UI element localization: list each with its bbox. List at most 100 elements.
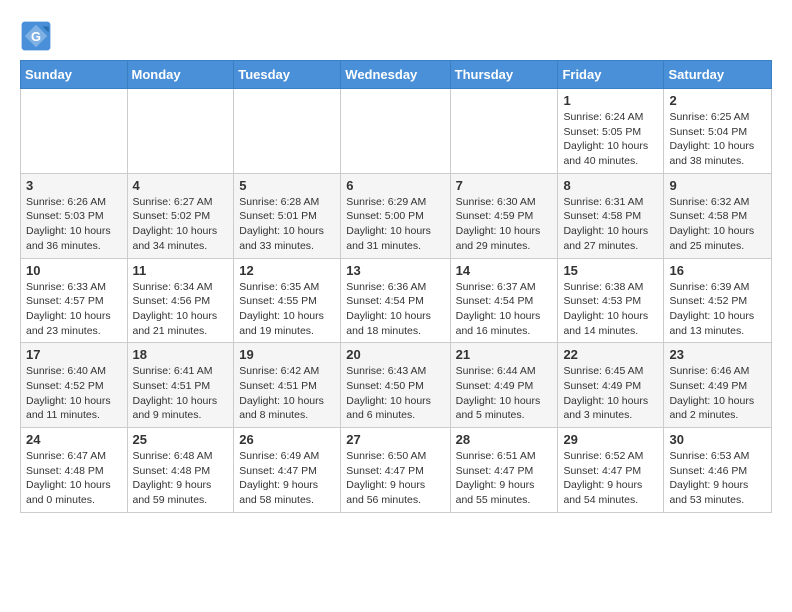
calendar-cell-4-6: 30 Sunrise: 6:53 AM Sunset: 4:46 PM Dayli… xyxy=(664,428,772,513)
header-thursday: Thursday xyxy=(450,61,558,89)
day-number-3-4: 21 xyxy=(456,347,553,362)
day-number-1-3: 6 xyxy=(346,178,444,193)
calendar-cell-0-2 xyxy=(234,89,341,174)
day-info-1-2: Sunrise: 6:28 AM Sunset: 5:01 PM Dayligh… xyxy=(239,195,335,254)
calendar-cell-4-3: 27 Sunrise: 6:50 AM Sunset: 4:47 PM Dayli… xyxy=(341,428,450,513)
calendar-cell-0-0 xyxy=(21,89,128,174)
calendar-cell-1-1: 4Sunrise: 6:27 AM Sunset: 5:02 PM Daylig… xyxy=(127,173,234,258)
day-info-0-5: Sunrise: 6:24 AM Sunset: 5:05 PM Dayligh… xyxy=(563,110,658,169)
calendar-cell-2-3: 13 Sunrise: 6:36 AM Sunset: 4:54 PM Dayli… xyxy=(341,258,450,343)
week-row-1: 3 Sunrise: 6:26 AM Sunset: 5:03 PM Daylig… xyxy=(21,173,772,258)
day-info-1-6: Sunrise: 6:32 AM Sunset: 4:58 PM Dayligh… xyxy=(669,195,766,254)
calendar-cell-4-4: 28 Sunrise: 6:51 AM Sunset: 4:47 PM Dayli… xyxy=(450,428,558,513)
day-info-3-3: Sunrise: 6:43 AM Sunset: 4:50 PM Dayligh… xyxy=(346,364,444,423)
day-info-3-2: Sunrise: 6:42 AM Sunset: 4:51 PM Dayligh… xyxy=(239,364,335,423)
day-number-3-0: 17 xyxy=(26,347,122,362)
day-info-4-5: Sunrise: 6:52 AM Sunset: 4:47 PM Dayligh… xyxy=(563,449,658,508)
day-number-2-3: 13 xyxy=(346,263,444,278)
calendar: Sunday Monday Tuesday Wednesday Thursday… xyxy=(20,60,772,513)
day-info-1-1: Sunrise: 6:27 AM Sunset: 5:02 PM Dayligh… xyxy=(133,195,229,254)
calendar-cell-1-2: 5 Sunrise: 6:28 AM Sunset: 5:01 PM Daylig… xyxy=(234,173,341,258)
header-tuesday: Tuesday xyxy=(234,61,341,89)
day-number-3-6: 23 xyxy=(669,347,766,362)
calendar-cell-0-3 xyxy=(341,89,450,174)
calendar-cell-3-3: 20 Sunrise: 6:43 AM Sunset: 4:50 PM Dayli… xyxy=(341,343,450,428)
header-sunday: Sunday xyxy=(21,61,128,89)
calendar-cell-4-5: 29 Sunrise: 6:52 AM Sunset: 4:47 PM Dayli… xyxy=(558,428,664,513)
page: G Sunday Monday Tuesday Wednesday Thursd… xyxy=(0,0,792,523)
calendar-cell-0-5: 1 Sunrise: 6:24 AM Sunset: 5:05 PM Daylig… xyxy=(558,89,664,174)
header-saturday: Saturday xyxy=(664,61,772,89)
day-number-3-2: 19 xyxy=(239,347,335,362)
day-number-1-6: 9 xyxy=(669,178,766,193)
day-number-1-5: 8 xyxy=(563,178,658,193)
day-number-4-6: 30 xyxy=(669,432,766,447)
day-info-3-0: Sunrise: 6:40 AM Sunset: 4:52 PM Dayligh… xyxy=(26,364,122,423)
calendar-cell-0-6: 2 Sunrise: 6:25 AM Sunset: 5:04 PM Daylig… xyxy=(664,89,772,174)
day-number-4-2: 26 xyxy=(239,432,335,447)
day-info-1-5: Sunrise: 6:31 AM Sunset: 4:58 PM Dayligh… xyxy=(563,195,658,254)
calendar-cell-0-1 xyxy=(127,89,234,174)
calendar-cell-1-6: 9 Sunrise: 6:32 AM Sunset: 4:58 PM Daylig… xyxy=(664,173,772,258)
day-number-0-5: 1 xyxy=(563,93,658,108)
header-wednesday: Wednesday xyxy=(341,61,450,89)
day-info-3-6: Sunrise: 6:46 AM Sunset: 4:49 PM Dayligh… xyxy=(669,364,766,423)
day-info-3-5: Sunrise: 6:45 AM Sunset: 4:49 PM Dayligh… xyxy=(563,364,658,423)
calendar-cell-2-5: 15Sunrise: 6:38 AM Sunset: 4:53 PM Dayli… xyxy=(558,258,664,343)
calendar-cell-2-2: 12 Sunrise: 6:35 AM Sunset: 4:55 PM Dayli… xyxy=(234,258,341,343)
logo: G xyxy=(20,20,56,52)
day-info-0-6: Sunrise: 6:25 AM Sunset: 5:04 PM Dayligh… xyxy=(669,110,766,169)
day-info-4-4: Sunrise: 6:51 AM Sunset: 4:47 PM Dayligh… xyxy=(456,449,553,508)
day-number-2-4: 14 xyxy=(456,263,553,278)
day-info-1-3: Sunrise: 6:29 AM Sunset: 5:00 PM Dayligh… xyxy=(346,195,444,254)
day-number-2-1: 11 xyxy=(133,263,229,278)
day-info-2-0: Sunrise: 6:33 AM Sunset: 4:57 PM Dayligh… xyxy=(26,280,122,339)
calendar-header-row: Sunday Monday Tuesday Wednesday Thursday… xyxy=(21,61,772,89)
day-number-2-5: 15 xyxy=(563,263,658,278)
day-info-3-1: Sunrise: 6:41 AM Sunset: 4:51 PM Dayligh… xyxy=(133,364,229,423)
logo-icon: G xyxy=(20,20,52,52)
week-row-2: 10Sunrise: 6:33 AM Sunset: 4:57 PM Dayli… xyxy=(21,258,772,343)
day-number-1-0: 3 xyxy=(26,178,122,193)
calendar-cell-1-3: 6 Sunrise: 6:29 AM Sunset: 5:00 PM Daylig… xyxy=(341,173,450,258)
week-row-0: 1 Sunrise: 6:24 AM Sunset: 5:05 PM Daylig… xyxy=(21,89,772,174)
day-number-1-4: 7 xyxy=(456,178,553,193)
day-info-4-1: Sunrise: 6:48 AM Sunset: 4:48 PM Dayligh… xyxy=(133,449,229,508)
calendar-cell-4-1: 25Sunrise: 6:48 AM Sunset: 4:48 PM Dayli… xyxy=(127,428,234,513)
header: G xyxy=(20,20,772,52)
calendar-cell-3-0: 17 Sunrise: 6:40 AM Sunset: 4:52 PM Dayli… xyxy=(21,343,128,428)
day-info-4-2: Sunrise: 6:49 AM Sunset: 4:47 PM Dayligh… xyxy=(239,449,335,508)
calendar-cell-1-5: 8 Sunrise: 6:31 AM Sunset: 4:58 PM Daylig… xyxy=(558,173,664,258)
week-row-4: 24Sunrise: 6:47 AM Sunset: 4:48 PM Dayli… xyxy=(21,428,772,513)
calendar-cell-2-1: 11 Sunrise: 6:34 AM Sunset: 4:56 PM Dayli… xyxy=(127,258,234,343)
day-number-4-3: 27 xyxy=(346,432,444,447)
day-number-2-6: 16 xyxy=(669,263,766,278)
day-info-2-3: Sunrise: 6:36 AM Sunset: 4:54 PM Dayligh… xyxy=(346,280,444,339)
day-info-1-4: Sunrise: 6:30 AM Sunset: 4:59 PM Dayligh… xyxy=(456,195,553,254)
calendar-cell-3-5: 22Sunrise: 6:45 AM Sunset: 4:49 PM Dayli… xyxy=(558,343,664,428)
calendar-cell-2-0: 10Sunrise: 6:33 AM Sunset: 4:57 PM Dayli… xyxy=(21,258,128,343)
calendar-cell-3-1: 18Sunrise: 6:41 AM Sunset: 4:51 PM Dayli… xyxy=(127,343,234,428)
day-info-4-0: Sunrise: 6:47 AM Sunset: 4:48 PM Dayligh… xyxy=(26,449,122,508)
calendar-cell-3-4: 21 Sunrise: 6:44 AM Sunset: 4:49 PM Dayli… xyxy=(450,343,558,428)
day-info-4-6: Sunrise: 6:53 AM Sunset: 4:46 PM Dayligh… xyxy=(669,449,766,508)
calendar-cell-0-4 xyxy=(450,89,558,174)
day-info-1-0: Sunrise: 6:26 AM Sunset: 5:03 PM Dayligh… xyxy=(26,195,122,254)
day-number-2-2: 12 xyxy=(239,263,335,278)
day-info-2-2: Sunrise: 6:35 AM Sunset: 4:55 PM Dayligh… xyxy=(239,280,335,339)
day-info-4-3: Sunrise: 6:50 AM Sunset: 4:47 PM Dayligh… xyxy=(346,449,444,508)
day-number-4-4: 28 xyxy=(456,432,553,447)
calendar-cell-4-0: 24Sunrise: 6:47 AM Sunset: 4:48 PM Dayli… xyxy=(21,428,128,513)
day-info-2-1: Sunrise: 6:34 AM Sunset: 4:56 PM Dayligh… xyxy=(133,280,229,339)
calendar-cell-1-4: 7 Sunrise: 6:30 AM Sunset: 4:59 PM Daylig… xyxy=(450,173,558,258)
day-number-4-5: 29 xyxy=(563,432,658,447)
calendar-cell-4-2: 26 Sunrise: 6:49 AM Sunset: 4:47 PM Dayli… xyxy=(234,428,341,513)
day-info-3-4: Sunrise: 6:44 AM Sunset: 4:49 PM Dayligh… xyxy=(456,364,553,423)
day-number-3-3: 20 xyxy=(346,347,444,362)
svg-text:G: G xyxy=(31,29,41,44)
header-monday: Monday xyxy=(127,61,234,89)
calendar-cell-3-6: 23 Sunrise: 6:46 AM Sunset: 4:49 PM Dayli… xyxy=(664,343,772,428)
day-number-1-2: 5 xyxy=(239,178,335,193)
day-number-0-6: 2 xyxy=(669,93,766,108)
calendar-cell-2-4: 14Sunrise: 6:37 AM Sunset: 4:54 PM Dayli… xyxy=(450,258,558,343)
